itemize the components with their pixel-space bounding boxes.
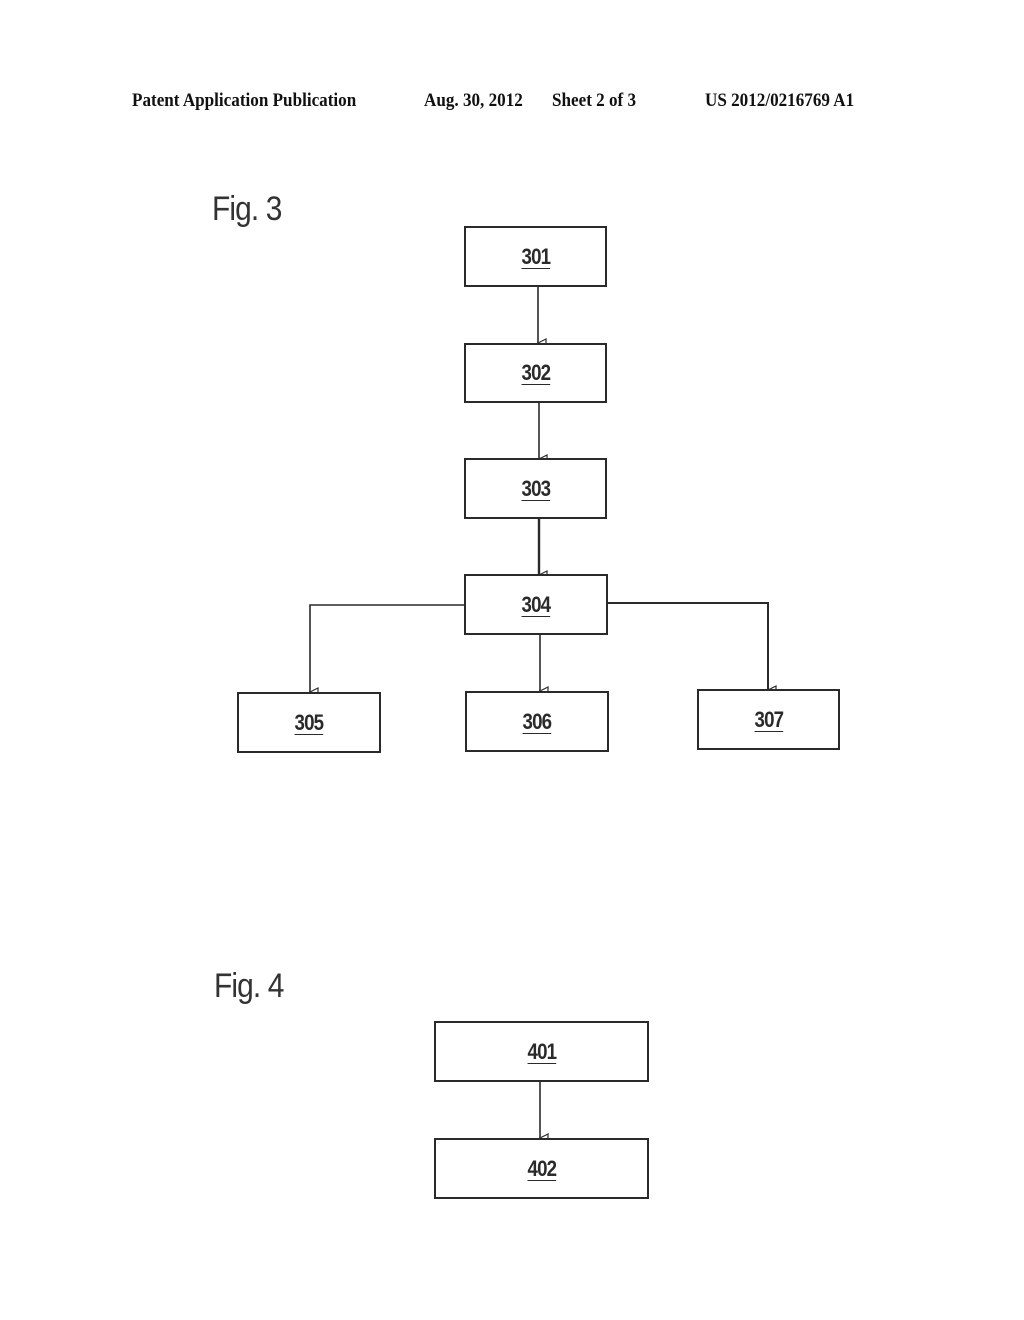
node-302: 302	[464, 343, 607, 403]
edge-304-305	[310, 604, 465, 692]
node-label: 401	[527, 1038, 557, 1064]
node-label: 304	[521, 591, 552, 617]
node-label: 305	[294, 709, 325, 735]
node-label: 402	[527, 1155, 557, 1181]
node-301: 301	[464, 226, 607, 287]
node-306: 306	[465, 691, 609, 752]
node-label: 303	[521, 475, 551, 501]
node-402: 402	[434, 1138, 649, 1199]
node-307: 307	[697, 689, 840, 750]
node-label: 302	[521, 360, 551, 385]
node-303: 303	[464, 458, 607, 519]
node-label: 301	[521, 243, 551, 269]
node-label: 307	[754, 706, 784, 732]
node-401: 401	[434, 1021, 649, 1082]
node-305: 305	[237, 692, 381, 753]
node-label: 306	[522, 708, 553, 734]
connector-layer	[0, 286, 1024, 1320]
node-304: 304	[464, 574, 608, 635]
edge-304-307	[608, 602, 768, 690]
